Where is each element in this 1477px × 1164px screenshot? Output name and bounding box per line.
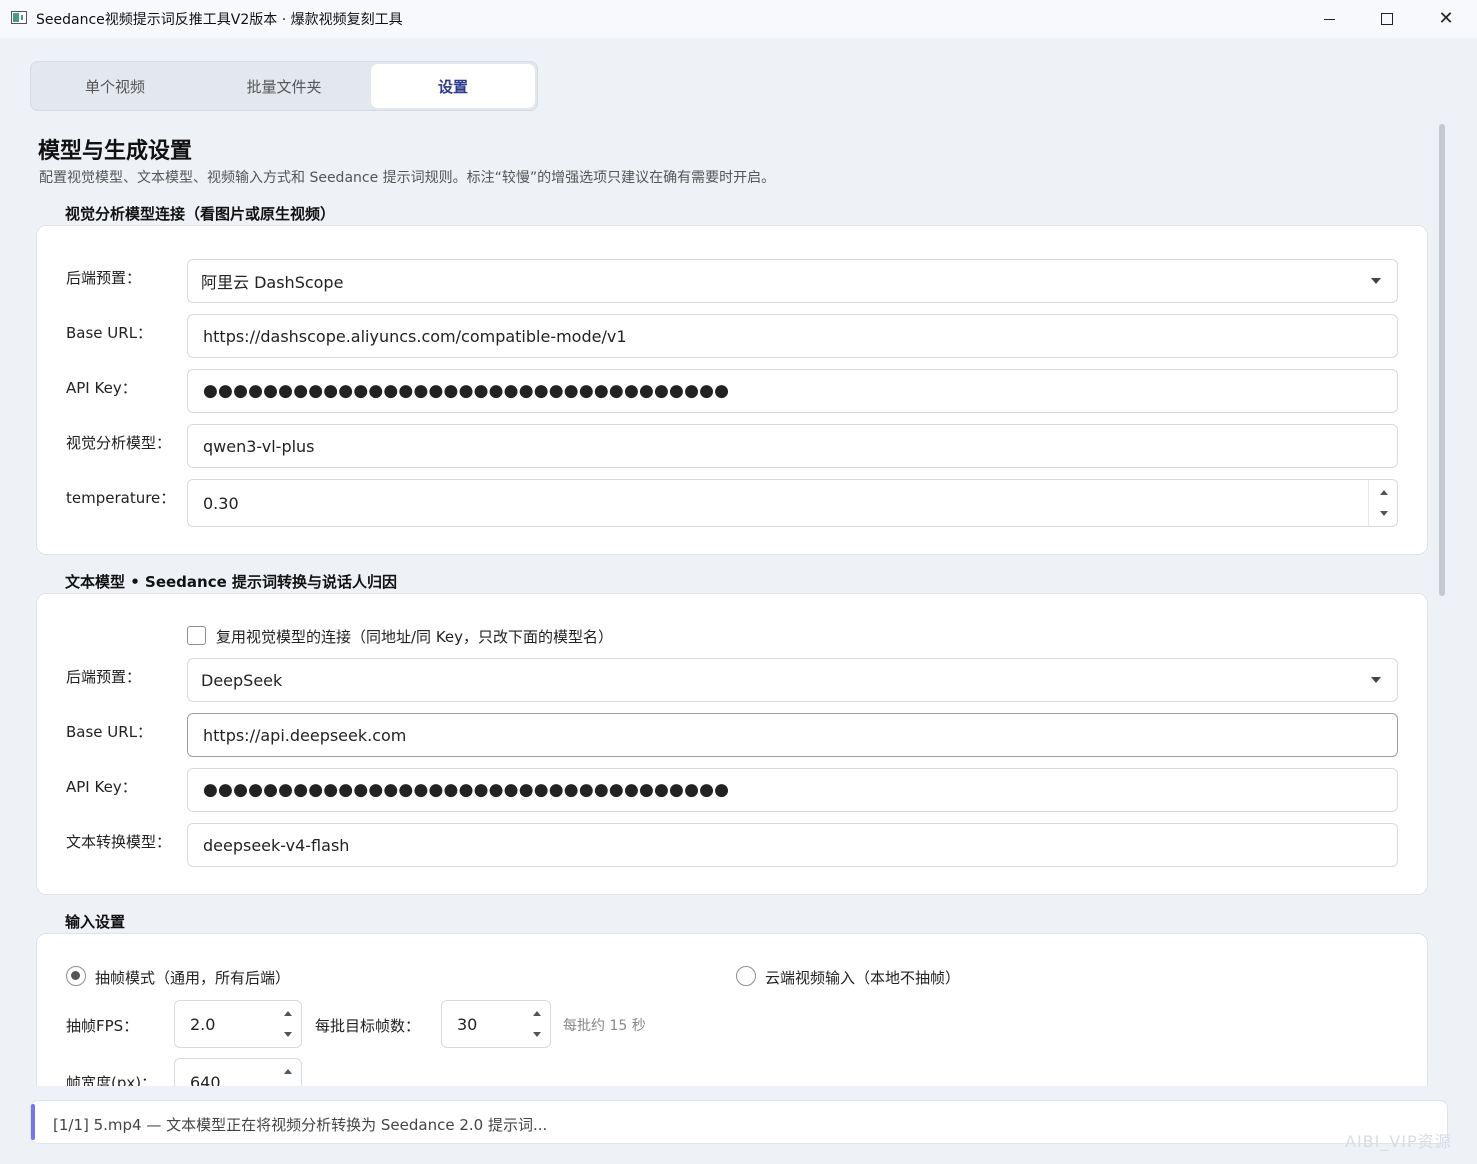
page-description: 配置视觉模型、文本模型、视频输入方式和 Seedance 提示词规则。标注“较慢… — [39, 170, 776, 186]
reuse-connection-checkbox[interactable] — [187, 626, 206, 645]
text-backend-label: 后端预置： — [66, 668, 142, 686]
spin-up-icon[interactable] — [1380, 490, 1388, 495]
vision-api-key-label: API Key： — [66, 379, 137, 397]
spin-down-icon[interactable] — [1380, 511, 1388, 516]
input-group-legend: 输入设置 — [55, 909, 136, 933]
status-bar: [1/1] 5.mp4 — 文本模型正在将视频分析转换为 Seedance 2.… — [30, 1100, 1448, 1144]
tab-settings[interactable]: 设置 — [371, 64, 535, 108]
text-base-url-label: Base URL： — [66, 723, 153, 741]
spin-up-icon[interactable] — [284, 1011, 292, 1016]
tab-single-video[interactable]: 单个视频 — [33, 64, 197, 108]
reuse-connection-label[interactable]: 复用视觉模型的连接（同地址/同 Key，只改下面的模型名） — [216, 626, 613, 647]
title-bar: Seedance视频提示词反推工具V2版本 · 爆款视频复刻工具 ✕ — [0, 0, 1477, 38]
tab-bar: 单个视频 批量文件夹 设置 — [30, 61, 538, 111]
maximize-icon — [1381, 13, 1393, 25]
tab-batch-folder[interactable]: 批量文件夹 — [201, 64, 367, 108]
text-model-input[interactable]: deepseek-v4-flash — [187, 823, 1398, 867]
status-text: [1/1] 5.mp4 — 文本模型正在将视频分析转换为 Seedance 2.… — [53, 1116, 548, 1134]
text-backend-select[interactable]: DeepSeek — [187, 658, 1398, 702]
vision-backend-label: 后端预置： — [66, 269, 142, 287]
watermark: AIBI_VIP资源 — [1345, 1132, 1452, 1151]
cloud-video-radio[interactable] — [736, 966, 756, 986]
vision-backend-value: 阿里云 DashScope — [201, 273, 344, 292]
batch-frames-value: 30 — [457, 1014, 478, 1034]
spin-down-icon[interactable] — [533, 1032, 541, 1037]
vision-base-url-label: Base URL： — [66, 324, 153, 342]
spin-up-icon[interactable] — [533, 1011, 541, 1016]
text-group-legend: 文本模型 • Seedance 提示词转换与说话人归因 — [55, 569, 408, 593]
chevron-down-icon — [1371, 278, 1381, 284]
batch-frames-label: 每批目标帧数： — [315, 1017, 421, 1035]
temperature-label: temperature： — [66, 489, 176, 507]
frame-width-value: 640 — [190, 1072, 221, 1087]
vision-group-legend: 视觉分析模型连接（看图片或原生视频） — [55, 201, 346, 225]
close-icon: ✕ — [1438, 8, 1454, 29]
spin-down-icon[interactable] — [284, 1032, 292, 1037]
close-button[interactable]: ✕ — [1417, 0, 1475, 38]
cloud-video-label[interactable]: 云端视频输入（本地不抽帧） — [765, 967, 960, 988]
frames-mode-label[interactable]: 抽帧模式（通用，所有后端） — [95, 967, 290, 988]
scrollbar-thumb[interactable] — [1439, 124, 1445, 596]
text-model-label: 文本转换模型： — [66, 833, 172, 851]
vision-base-url-input[interactable]: https://dashscope.aliyuncs.com/compatibl… — [187, 314, 1398, 358]
page-title: 模型与生成设置 — [38, 139, 193, 164]
frame-width-label: 帧宽度(px)： — [66, 1074, 157, 1086]
temperature-value: 0.30 — [203, 493, 239, 513]
minimize-icon — [1323, 18, 1335, 20]
temperature-spinbox[interactable]: 0.30 — [187, 479, 1398, 527]
minimize-button[interactable] — [1300, 0, 1358, 38]
vision-model-input[interactable]: qwen3-vl-plus — [187, 424, 1398, 468]
chevron-down-icon — [1371, 677, 1381, 683]
fps-value: 2.0 — [190, 1014, 216, 1034]
vision-model-label: 视觉分析模型： — [66, 434, 172, 452]
fps-spinbox[interactable]: 2.0 — [174, 1000, 302, 1048]
text-api-key-input[interactable]: ●●●●●●●●●●●●●●●●●●●●●●●●●●●●●●●●●●● — [187, 768, 1398, 812]
text-api-key-label: API Key： — [66, 778, 137, 796]
text-backend-value: DeepSeek — [201, 670, 283, 690]
window-title: Seedance视频提示词反推工具V2版本 · 爆款视频复刻工具 — [36, 12, 403, 28]
fps-label: 抽帧FPS： — [66, 1017, 139, 1035]
batch-duration-hint: 每批约 15 秒 — [563, 1018, 646, 1034]
status-accent — [31, 1104, 35, 1140]
frames-mode-radio[interactable] — [66, 966, 86, 986]
vision-backend-select[interactable]: 阿里云 DashScope — [187, 259, 1398, 303]
text-base-url-input[interactable]: https://api.deepseek.com — [187, 713, 1398, 757]
app-icon — [11, 11, 27, 24]
spin-up-icon[interactable] — [284, 1069, 292, 1074]
batch-frames-spinbox[interactable]: 30 — [441, 1000, 551, 1048]
vision-api-key-input[interactable]: ●●●●●●●●●●●●●●●●●●●●●●●●●●●●●●●●●●● — [187, 369, 1398, 413]
frame-width-spinbox[interactable]: 640 — [174, 1058, 302, 1086]
clipped-row: 帧宽度(px)： 640 — [36, 1050, 1428, 1086]
maximize-button[interactable] — [1358, 0, 1416, 38]
